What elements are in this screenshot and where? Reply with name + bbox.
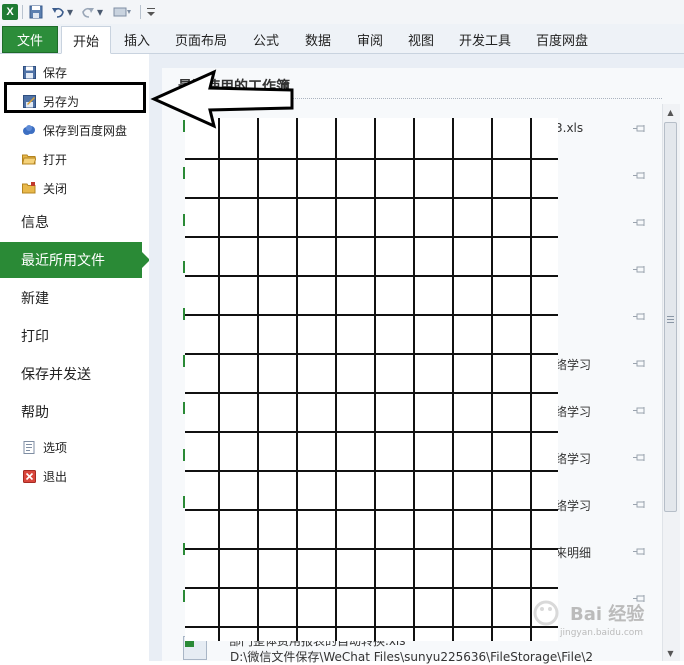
tab-home[interactable]: 开始 <box>61 26 111 54</box>
recent-item-name: 来明细 <box>555 546 592 560</box>
scroll-up-icon[interactable]: ▲ <box>662 104 679 120</box>
pin-icon[interactable] <box>633 357 647 367</box>
customize-qat-icon[interactable] <box>146 3 156 20</box>
nav-recent-label: 最近所用文件 <box>21 253 105 269</box>
pin-icon[interactable] <box>633 216 647 226</box>
tools-icon[interactable] <box>112 3 134 20</box>
tab-data[interactable]: 数据 <box>296 26 340 52</box>
pin-icon[interactable] <box>633 498 647 508</box>
redo-dropdown-icon[interactable]: ▾ <box>96 3 104 20</box>
ribbon-tabs: 文件 开始 插入 页面布局 公式 数据 审阅 视图 开发工具 百度网盘 <box>0 24 684 54</box>
nav-save-send-label: 保存并发送 <box>21 367 91 383</box>
options-icon <box>22 440 36 454</box>
pointer-arrow-icon <box>150 69 294 129</box>
close-folder-icon <box>22 181 36 195</box>
exit-icon <box>22 469 36 483</box>
nav-options[interactable]: 选项 <box>0 434 149 460</box>
recent-item-name: 络学习 <box>555 358 592 372</box>
recent-item-name: 络学习 <box>555 499 592 513</box>
nav-save-to-baidu-label: 保存到百度网盘 <box>43 123 128 138</box>
redo-icon[interactable] <box>80 3 96 20</box>
undo-dropdown-icon[interactable]: ▾ <box>66 3 74 20</box>
nav-help-label: 帮助 <box>21 405 49 421</box>
nav-save-to-baidu[interactable]: 保存到百度网盘 <box>0 117 149 143</box>
highlight-box <box>4 82 146 113</box>
nav-open[interactable]: 打开 <box>0 146 149 172</box>
excel-logo-letter: X <box>2 3 18 20</box>
nav-exit[interactable]: 退出 <box>0 463 149 489</box>
watermark-text: Bai 经验 <box>570 604 645 625</box>
tab-insert[interactable]: 插入 <box>115 26 159 52</box>
recent-item-name: 3.xls <box>555 121 584 135</box>
tab-file[interactable]: 文件 <box>2 26 58 53</box>
pin-icon[interactable] <box>633 310 647 320</box>
watermark-url: jingyan.baidu.com <box>560 628 644 638</box>
grid-lines <box>185 118 558 641</box>
scroll-grip-icon <box>667 316 674 324</box>
excel-logo-icon[interactable]: X <box>2 3 18 20</box>
nav-help[interactable]: 帮助 <box>0 394 149 430</box>
nav-new[interactable]: 新建 <box>0 280 149 316</box>
nav-recent[interactable]: 最近所用文件 <box>0 242 150 278</box>
nav-save-send[interactable]: 保存并发送 <box>0 356 149 392</box>
nav-print-label: 打印 <box>21 329 49 345</box>
save-icon[interactable] <box>28 3 44 20</box>
nav-close[interactable]: 关闭 <box>0 175 149 201</box>
pin-icon[interactable] <box>633 545 647 555</box>
nav-info-label: 信息 <box>21 215 49 231</box>
tab-formulas[interactable]: 公式 <box>244 26 288 52</box>
recent-item-name: 络学习 <box>555 405 592 419</box>
tab-review[interactable]: 审阅 <box>348 26 392 52</box>
pin-icon[interactable] <box>633 451 647 461</box>
grid-overlay <box>185 118 558 641</box>
nav-new-label: 新建 <box>21 291 49 307</box>
tab-developer[interactable]: 开发工具 <box>453 26 517 52</box>
cloud-icon <box>22 123 36 137</box>
pin-icon[interactable] <box>633 263 647 273</box>
qat-separator <box>140 5 141 19</box>
backstage-nav: 保存 另存为 保存到百度网盘 打开 关闭 信息 最近所用文件 新建 打印 保存并… <box>0 54 150 661</box>
pin-icon[interactable] <box>633 169 647 179</box>
save-icon <box>22 65 36 79</box>
nav-info[interactable]: 信息 <box>0 204 149 240</box>
tab-baidu-netdisk[interactable]: 百度网盘 <box>530 26 594 52</box>
pin-icon[interactable] <box>633 122 647 132</box>
undo-icon[interactable] <box>50 3 66 20</box>
quick-access-toolbar: X ▾ ▾ <box>0 0 684 25</box>
nav-options-label: 选项 <box>43 440 68 455</box>
nav-exit-label: 退出 <box>43 469 68 484</box>
nav-open-label: 打开 <box>43 152 68 167</box>
pin-icon[interactable] <box>633 404 647 414</box>
qat-separator <box>22 5 23 19</box>
open-folder-icon <box>22 152 36 166</box>
recent-item-path: D:\微信文件保存\WeChat Files\sunyu225636\FileS… <box>230 650 594 664</box>
nav-print[interactable]: 打印 <box>0 318 149 354</box>
nav-close-label: 关闭 <box>43 181 68 196</box>
nav-save-label: 保存 <box>43 65 68 80</box>
tab-page-layout[interactable]: 页面布局 <box>170 26 232 52</box>
tab-view[interactable]: 视图 <box>399 26 443 52</box>
recent-item-name: 络学习 <box>555 452 592 466</box>
scroll-down-icon[interactable]: ▼ <box>662 645 679 661</box>
